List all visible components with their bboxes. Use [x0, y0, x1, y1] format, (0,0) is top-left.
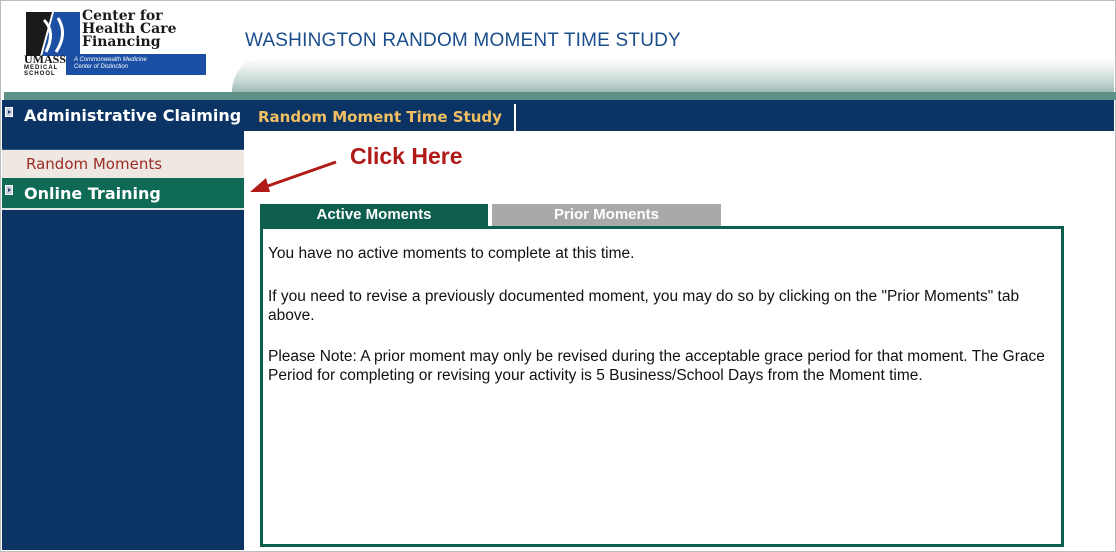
section-title: Random Moment Time Study [254, 104, 516, 131]
app-title: WASHINGTON RANDOM MOMENT TIME STUDY [245, 30, 681, 51]
revise-instructions-message: If you need to revise a previously docum… [268, 288, 1020, 324]
logo-tagline: A Commonwealth Medicine Center of Distin… [66, 54, 206, 75]
sidebar-item-label: Administrative Claiming [24, 106, 242, 125]
logo-sub-2: SCHOOL [24, 71, 56, 77]
sidebar: Administrative Claiming Random Moments O… [2, 100, 244, 550]
logo-tagline-1: A Commonwealth Medicine [74, 57, 147, 63]
click-here-annotation: Click Here [350, 143, 463, 169]
tab-active-moments[interactable]: Active Moments [260, 204, 488, 226]
logo-umass: UMASS. [24, 52, 70, 66]
sidebar-item-label: Random Moments [26, 155, 163, 173]
moments-panel: You have no active moments to complete a… [260, 226, 1064, 547]
header-band [232, 58, 1114, 92]
sidebar-item-administrative-claiming[interactable]: Administrative Claiming [2, 100, 244, 150]
header-rule [4, 92, 1116, 100]
umass-logo-icon [26, 12, 80, 56]
logo-tagline-2: Center of Distinction [74, 64, 129, 70]
logo-umass-sub: MEDICAL SCHOOL [24, 65, 58, 77]
header: Center for Health Care Financing UMASS. … [2, 2, 1116, 100]
sidebar-item-random-moments[interactable]: Random Moments [2, 150, 244, 178]
grace-period-note: Please Note: A prior moment may only be … [268, 348, 1045, 384]
logo-line-3: Financing [82, 34, 161, 50]
red-arrow-icon [250, 160, 337, 192]
arrow-bullet-icon [5, 185, 13, 195]
sidebar-item-label: Online Training [24, 184, 161, 203]
no-active-moments-message: You have no active moments to complete a… [268, 245, 635, 262]
section-bar: Random Moment Time Study [244, 100, 1114, 131]
umass-logo: Center for Health Care Financing UMASS. … [22, 9, 212, 84]
arrow-bullet-icon [5, 107, 13, 117]
tab-prior-moments[interactable]: Prior Moments [492, 204, 721, 226]
logo-org-name: Center for Health Care Financing [82, 9, 177, 50]
sidebar-item-online-training[interactable]: Online Training [2, 178, 244, 210]
